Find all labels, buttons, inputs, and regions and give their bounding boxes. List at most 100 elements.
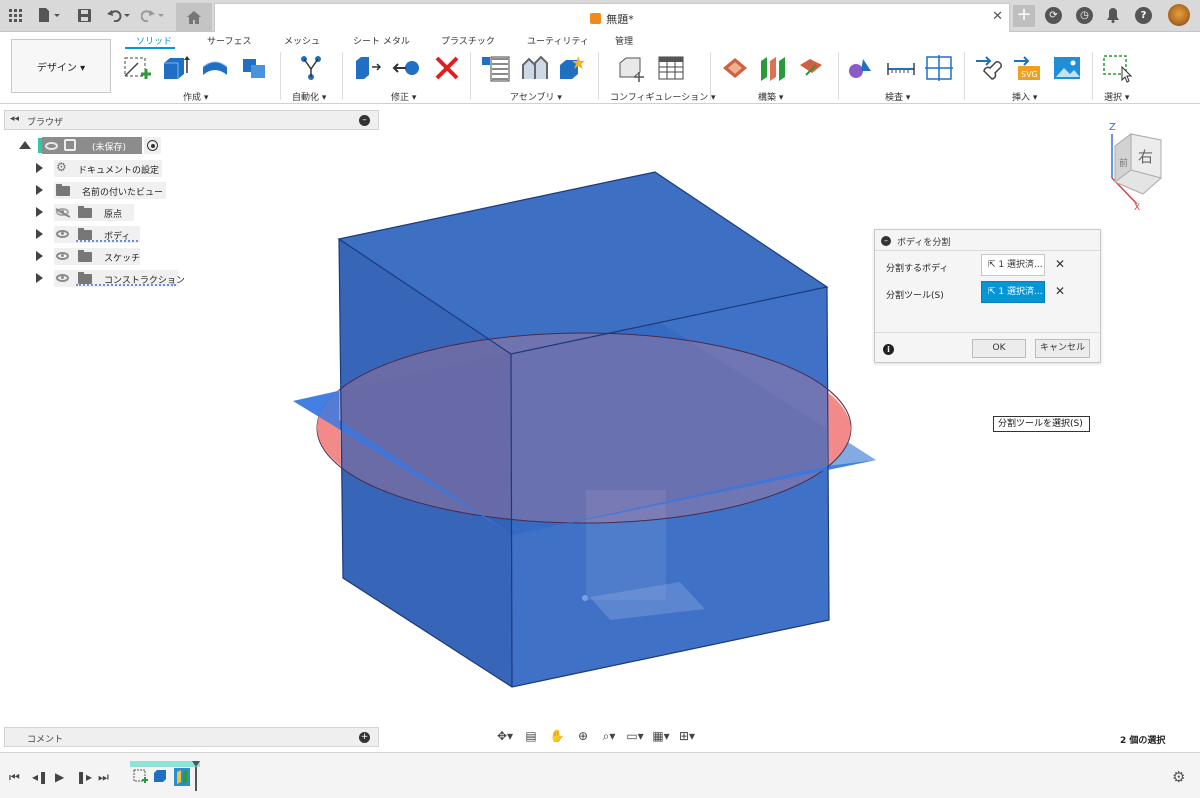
tab-plastic[interactable]: プラスチック (441, 34, 495, 47)
collapse-dialog-icon[interactable]: – (881, 236, 891, 246)
browser-panel-header[interactable]: ◂◂ ブラウザ – (4, 110, 379, 130)
tab-utility[interactable]: ユーティリティ (527, 34, 589, 47)
expand-named-views-icon[interactable] (36, 185, 43, 195)
inspect-shapes-icon[interactable] (846, 53, 876, 83)
ok-button[interactable]: OK (972, 339, 1026, 358)
configure-icon[interactable] (616, 53, 646, 83)
expand-bodies-icon[interactable] (36, 229, 43, 239)
visibility-eye-icon[interactable] (56, 274, 69, 282)
new-tab-icon[interactable]: + (1013, 5, 1035, 27)
expand-sketches-icon[interactable] (36, 251, 43, 261)
clear-body-selection-icon[interactable]: ✕ (1055, 257, 1065, 271)
split-tool-selector[interactable]: ⇱ 1 選択済... (981, 281, 1045, 303)
insert-derive-icon[interactable] (974, 53, 1004, 83)
go-to-end-icon[interactable]: ⏭ (98, 770, 109, 785)
expand-origin-icon[interactable] (36, 207, 43, 217)
new-component-icon[interactable] (480, 53, 510, 83)
display-settings-icon[interactable]: ▭▾ (622, 727, 648, 745)
timeline-sketch-icon[interactable] (133, 768, 148, 783)
timeline-marker[interactable] (192, 761, 200, 791)
timeline-extrude-icon[interactable] (153, 768, 168, 783)
combine-icon[interactable] (240, 53, 270, 83)
group-modify-label[interactable]: 修正 ▾ (391, 90, 416, 103)
extension-icon[interactable]: ⟳ (1045, 7, 1062, 24)
user-avatar[interactable] (1168, 4, 1190, 26)
expand-doc-settings-icon[interactable] (36, 163, 43, 173)
grid-settings-icon[interactable]: ▦▾ (648, 727, 674, 745)
clear-tool-selection-icon[interactable]: ✕ (1055, 284, 1065, 298)
offset-plane-icon[interactable] (720, 53, 750, 83)
step-forward-icon[interactable]: ❚▸ (76, 770, 92, 784)
tab-mesh[interactable]: メッシュ (284, 34, 320, 47)
insert-canvas-icon[interactable] (1052, 53, 1082, 83)
tab-surface[interactable]: サーフェス (207, 34, 251, 47)
add-comment-icon[interactable]: + (359, 732, 370, 743)
canvas-viewport[interactable] (0, 104, 1200, 724)
visibility-eye-icon[interactable] (56, 230, 69, 238)
tab-manage[interactable]: 管理 (615, 34, 633, 47)
undo-icon[interactable] (106, 5, 132, 25)
body-to-split-selector[interactable]: ⇱ 1 選択済... (981, 254, 1045, 276)
play-icon[interactable]: ▶ (55, 770, 64, 784)
group-insert-label[interactable]: 挿入 ▾ (1012, 90, 1037, 103)
close-icon[interactable]: ✕ (992, 9, 1003, 24)
configuration-table-icon[interactable] (656, 53, 686, 83)
visibility-eye-icon[interactable] (56, 252, 69, 260)
workspace-switcher[interactable]: デザイン ▾ (11, 39, 111, 93)
plane-along-path-icon[interactable] (796, 53, 826, 83)
document-tab[interactable]: 無題* ✕ (214, 3, 1010, 32)
zoom-icon[interactable]: ⊕ (570, 727, 596, 745)
viewports-icon[interactable]: ⊞▾ (674, 727, 700, 745)
create-sketch-icon[interactable] (122, 53, 152, 83)
save-icon[interactable] (76, 5, 92, 25)
job-status-icon[interactable]: ◷ (1076, 7, 1093, 24)
group-inspect-label[interactable]: 検査 ▾ (885, 90, 910, 103)
tab-sheet-metal[interactable]: シート メタル (353, 34, 410, 47)
insert-svg-icon[interactable]: SVG (1012, 53, 1042, 83)
home-tab[interactable] (176, 3, 212, 32)
visibility-eye-icon[interactable] (45, 142, 58, 150)
revolve-icon[interactable] (200, 53, 230, 83)
info-icon[interactable]: i (883, 344, 894, 355)
group-select-label[interactable]: 選択 ▾ (1104, 90, 1129, 103)
midplane-icon[interactable] (758, 53, 788, 83)
step-back-icon[interactable]: ◂❚ (32, 770, 48, 784)
orbit-icon[interactable]: ✥▾ (492, 727, 518, 745)
group-create-label[interactable]: 作成 ▾ (183, 90, 208, 103)
timeline-settings-gear-icon[interactable]: ⚙ (1172, 768, 1185, 786)
circle-split-tool[interactable] (316, 332, 852, 524)
redo-icon[interactable] (140, 5, 166, 25)
app-grid-icon[interactable] (8, 5, 22, 25)
press-pull-icon[interactable] (352, 53, 382, 83)
file-icon[interactable] (36, 5, 64, 25)
as-built-joint-icon[interactable] (556, 53, 586, 83)
section-analysis-icon[interactable] (924, 53, 954, 83)
automate-icon[interactable] (296, 53, 326, 83)
dialog-header[interactable]: – ボディを分割 (875, 230, 1100, 251)
tab-solid[interactable]: ソリッド (136, 34, 172, 47)
comments-panel-header[interactable]: コメント + (4, 727, 379, 747)
go-to-start-icon[interactable]: ⏮ (9, 770, 20, 785)
minimize-browser-icon[interactable]: – (359, 115, 370, 126)
collapse-browser-icon[interactable]: ◂◂ (10, 114, 19, 124)
cancel-button[interactable]: キャンセル (1035, 339, 1090, 358)
delete-icon[interactable] (432, 53, 462, 83)
help-icon[interactable]: ? (1135, 7, 1152, 24)
joint-icon[interactable] (520, 53, 550, 83)
notification-icon[interactable] (1105, 5, 1121, 25)
extrude-icon[interactable] (160, 53, 190, 83)
view-cube[interactable]: Z X 前 右 (1103, 118, 1163, 213)
collapse-root-icon[interactable] (19, 141, 31, 149)
timeline-plane-icon[interactable] (174, 768, 190, 786)
select-icon[interactable] (1102, 53, 1133, 83)
expand-construction-icon[interactable] (36, 273, 43, 283)
group-configure-label[interactable]: コンフィギュレーション ▾ (610, 90, 716, 103)
pan-hand-icon[interactable]: ✋ (544, 727, 570, 745)
zoom-window-icon[interactable]: ⌕▾ (596, 727, 622, 745)
fillet-icon[interactable] (392, 53, 422, 83)
look-at-icon[interactable]: ▤ (518, 727, 544, 745)
group-automate-label[interactable]: 自動化 ▾ (292, 90, 326, 103)
group-construct-label[interactable]: 構築 ▾ (758, 90, 783, 103)
group-assemble-label[interactable]: アセンブリ ▾ (510, 90, 562, 103)
measure-icon[interactable] (886, 53, 916, 83)
